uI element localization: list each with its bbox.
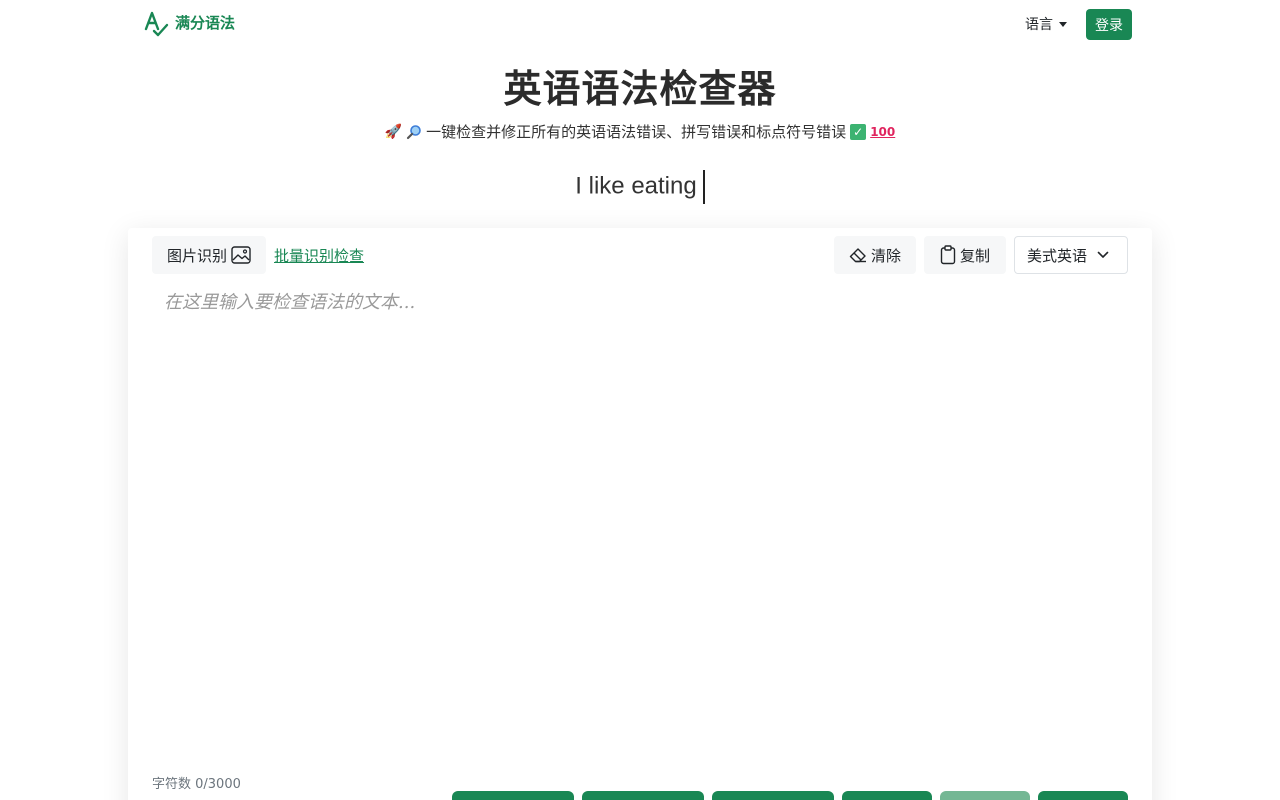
action-button-1[interactable] <box>452 791 574 800</box>
subtitle-text: 一键检查并修正所有的英语语法错误、拼写错误和标点符号错误 <box>426 123 847 141</box>
action-button-5[interactable] <box>940 791 1030 800</box>
copy-button[interactable]: 复制 <box>924 236 1006 274</box>
batch-check-link[interactable]: 批量识别检查 <box>274 245 364 266</box>
login-button[interactable]: 登录 <box>1086 9 1132 40</box>
logo-icon <box>144 11 169 37</box>
clear-label: 清除 <box>870 246 901 265</box>
clear-button[interactable]: 清除 <box>834 236 916 274</box>
action-button-3[interactable] <box>712 791 834 800</box>
navbar: 满分语法 语言 登录 <box>0 0 1280 50</box>
caret-down-icon <box>1059 21 1067 27</box>
dialect-select[interactable]: 美式英语 <box>1014 236 1128 274</box>
rocket-icon: 🚀 <box>384 123 403 140</box>
char-count: 字符数 0/3000 <box>152 777 241 792</box>
editor-card: 图片识别 批量识别检查 清除 复制 美式英语 字符数 0/3000 <box>128 228 1152 800</box>
check-mark-icon: ✓ <box>850 123 867 140</box>
language-dropdown[interactable]: 语言 <box>1025 14 1067 34</box>
action-button-4[interactable] <box>842 791 932 800</box>
dialect-selected-value: 美式英语 <box>1027 246 1088 265</box>
typing-demo: I like eating <box>0 170 1280 204</box>
brand-name: 满分语法 <box>175 14 236 32</box>
copy-label: 复制 <box>959 246 990 265</box>
image-ocr-label: 图片识别 <box>166 246 227 265</box>
eraser-icon <box>849 248 866 263</box>
action-button-2[interactable] <box>582 791 704 800</box>
language-label: 语言 <box>1025 17 1053 33</box>
chevron-down-icon <box>1097 251 1109 258</box>
action-button-6[interactable] <box>1038 791 1128 800</box>
page-title: 英语语法检查器 <box>503 67 777 111</box>
brand-logo-link[interactable]: 满分语法 <box>143 9 235 37</box>
hundred-points-icon: 100 <box>870 124 896 139</box>
clipboard-icon <box>940 245 956 265</box>
typing-cursor <box>702 170 705 204</box>
grammar-text-input[interactable] <box>152 288 1128 758</box>
magnifying-glass-icon <box>407 124 421 139</box>
image-icon <box>231 246 251 264</box>
image-ocr-button[interactable]: 图片识别 <box>152 236 266 274</box>
page-subtitle: 🚀 一键检查并修正所有的英语语法错误、拼写错误和标点符号错误 ✓ 100 <box>0 121 1280 142</box>
typing-text: I like eating <box>575 172 697 200</box>
